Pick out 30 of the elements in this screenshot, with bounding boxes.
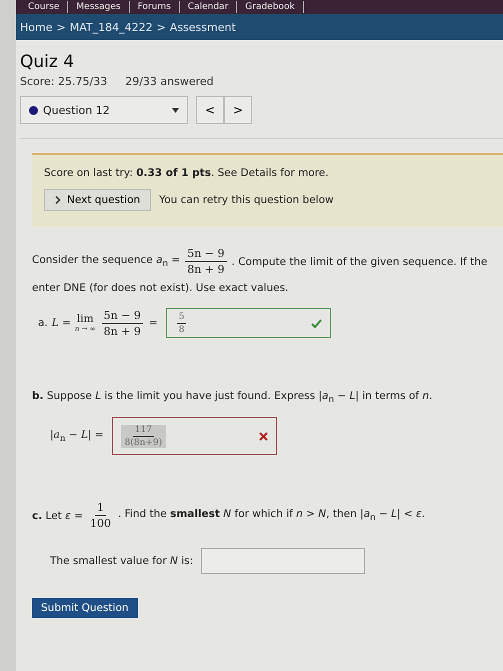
close-icon xyxy=(258,432,268,441)
retry-note: You can retry this question below xyxy=(159,194,334,206)
question-text: b. Suppose L is the limit you have just found. Express |a$_{n}$ − L| in terms of n. xyxy=(32,390,434,406)
nav-tab[interactable]: Forums xyxy=(130,1,180,13)
answer-label: The smallest value for N is: xyxy=(50,555,194,568)
breadcrumb-separator: > xyxy=(56,20,66,34)
check-icon xyxy=(310,318,322,328)
breadcrumb-link[interactable]: Home xyxy=(20,20,52,34)
nav-tab[interactable]: Course xyxy=(20,1,68,13)
submit-question-button[interactable]: Submit Question xyxy=(32,598,138,618)
caret-icon xyxy=(172,108,179,112)
answer-field[interactable]: 5 8 xyxy=(166,308,331,338)
quiz-title: Quiz 4 xyxy=(20,52,76,72)
breadcrumb-link[interactable]: Assessment xyxy=(170,20,236,34)
feedback-text: Score on last try: 0.33 of 1 pts. See Details for more. xyxy=(44,167,330,179)
question-dropdown[interactable]: Question 12 xyxy=(20,96,188,124)
question-text: enter DNE (for does not exist). Use exact values. xyxy=(32,282,290,294)
answer-field[interactable] xyxy=(201,548,366,574)
next-question-button[interactable]: Next question xyxy=(44,189,152,211)
nav-tab[interactable]: Messages xyxy=(68,1,130,13)
pager-button[interactable]: > xyxy=(224,96,252,124)
breadcrumb-separator: > xyxy=(156,20,166,34)
math-expression: |a$_{n}$ − L| = xyxy=(50,428,104,444)
nav-tab[interactable]: Gradebook xyxy=(237,1,304,13)
answered-count: 29/33 answered xyxy=(125,75,214,88)
nav-tab[interactable]: Calendar xyxy=(180,1,238,13)
score-text: Score: 25.75/33 xyxy=(20,75,108,88)
chevron-icon xyxy=(55,196,61,204)
pager-button[interactable]: < xyxy=(196,96,224,124)
breadcrumb-link[interactable]: MAT_184_4222 xyxy=(70,20,153,34)
